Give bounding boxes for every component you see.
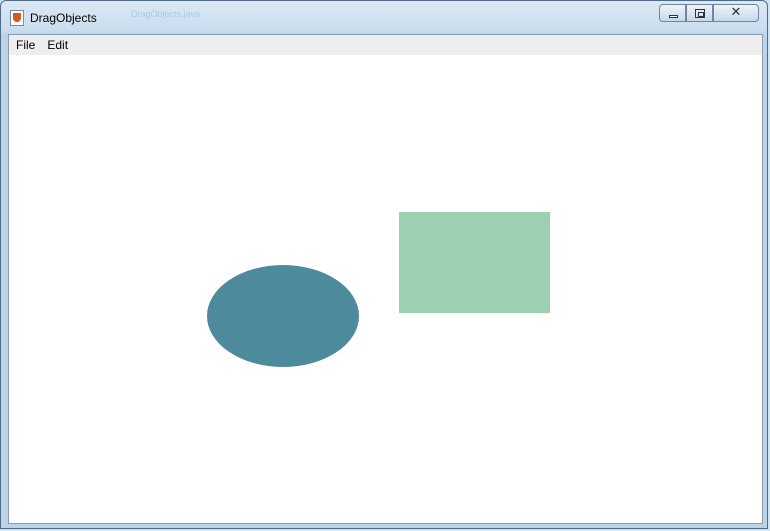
menu-file[interactable]: File xyxy=(9,35,41,55)
window-controls: ✕ xyxy=(659,4,759,22)
maximize-button[interactable] xyxy=(686,4,713,22)
restore-icon xyxy=(695,9,705,18)
minimize-icon xyxy=(669,15,678,18)
title-bar[interactable]: DragObjects DragObjects.java ✕ xyxy=(1,1,767,34)
close-button[interactable]: ✕ xyxy=(713,4,759,22)
draggable-ellipse[interactable] xyxy=(207,265,359,367)
java-app-icon xyxy=(10,10,24,26)
app-window: DragObjects DragObjects.java ✕ File Edit xyxy=(0,0,768,529)
client-area: File Edit xyxy=(8,34,763,524)
menu-edit[interactable]: Edit xyxy=(41,35,74,55)
window-title: DragObjects xyxy=(30,11,97,25)
draggable-rectangle[interactable] xyxy=(399,212,550,313)
close-icon: ✕ xyxy=(730,5,742,20)
menu-bar: File Edit xyxy=(9,35,762,55)
minimize-button[interactable] xyxy=(659,4,686,22)
drawing-canvas[interactable] xyxy=(9,55,762,523)
background-window-tab: DragObjects.java xyxy=(131,9,201,19)
